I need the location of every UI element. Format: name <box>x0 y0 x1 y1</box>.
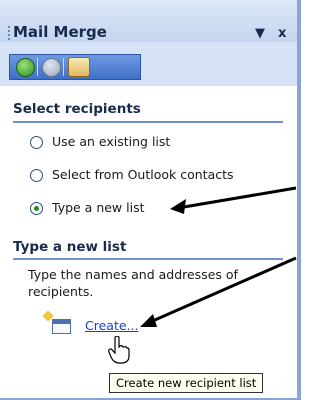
create-tooltip: Create new recipient list <box>109 373 264 393</box>
arrow-to-type-new-list <box>177 186 297 210</box>
arrow-head-icon <box>140 314 157 327</box>
callout-arrows <box>140 186 297 327</box>
arrow-head-icon <box>170 199 186 214</box>
hand-cursor-icon <box>108 336 130 364</box>
arrow-to-create-link <box>147 256 297 325</box>
